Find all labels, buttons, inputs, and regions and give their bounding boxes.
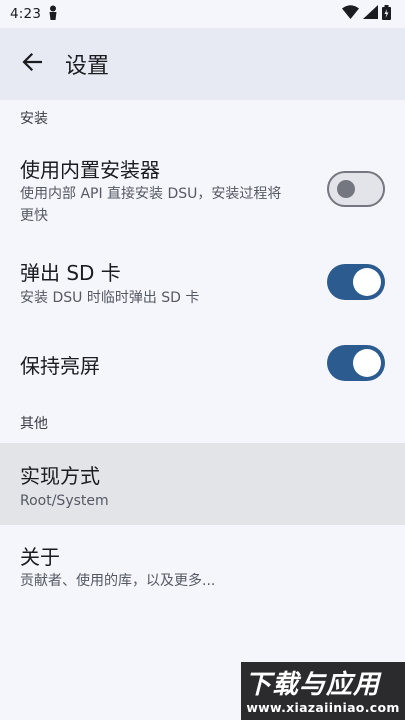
wifi-icon — [342, 5, 359, 23]
pref-summary: 安装 DSU 时临时弹出 SD 卡 — [20, 290, 200, 306]
pref-summary: Root/System — [20, 493, 109, 509]
builtin-installer-toggle[interactable] — [327, 171, 385, 207]
pref-title: 关于 — [20, 545, 60, 569]
watermark-url: www.xiazaiiniao.com — [246, 700, 400, 715]
pref-summary-line-1: 使用内部 API 直接安装 DSU，安装过程将 — [20, 186, 282, 202]
battery-icon — [382, 4, 391, 24]
pref-title: 弹出 SD 卡 — [20, 261, 121, 285]
status-bar: 4:23 — [0, 0, 405, 28]
eject-sd-card-toggle[interactable] — [327, 264, 385, 300]
pref-title: 保持亮屏 — [20, 354, 100, 378]
pref-about[interactable]: 关于 贡献者、使用的库，以及更多... — [0, 526, 405, 608]
section-header-install: 安装 — [20, 111, 48, 127]
pref-keep-screen-on[interactable]: 保持亮屏 — [0, 330, 405, 400]
pref-title: 实现方式 — [20, 464, 100, 488]
section-header-other: 其他 — [20, 416, 48, 432]
pref-summary: 贡献者、使用的库，以及更多... — [20, 573, 216, 589]
toggle-thumb — [353, 349, 381, 377]
status-time: 4:23 — [10, 6, 42, 22]
signal-icon — [363, 5, 378, 23]
watermark-logo: 下载与应用 www.xiazaiiniao.com — [241, 662, 405, 720]
back-button[interactable] — [12, 44, 52, 84]
watermark-main-text: 下载与应用 — [245, 670, 381, 700]
pref-eject-sd-card[interactable]: 弹出 SD 卡 安装 DSU 时临时弹出 SD 卡 — [0, 240, 405, 324]
pref-builtin-installer[interactable]: 使用内置安装器 使用内部 API 直接安装 DSU，安装过程将 更快 — [0, 138, 405, 234]
pref-implementation[interactable]: 实现方式 Root/System — [0, 443, 405, 525]
pref-summary-line-2: 更快 — [20, 208, 48, 224]
page-title: 设置 — [65, 54, 110, 79]
toggle-thumb — [353, 268, 381, 296]
pref-title: 使用内置安装器 — [20, 158, 160, 182]
person-icon — [48, 5, 58, 24]
keep-screen-on-toggle[interactable] — [327, 345, 385, 381]
arrow-back-icon — [22, 52, 43, 76]
app-bar: 设置 — [0, 28, 405, 100]
toggle-thumb — [336, 179, 355, 198]
